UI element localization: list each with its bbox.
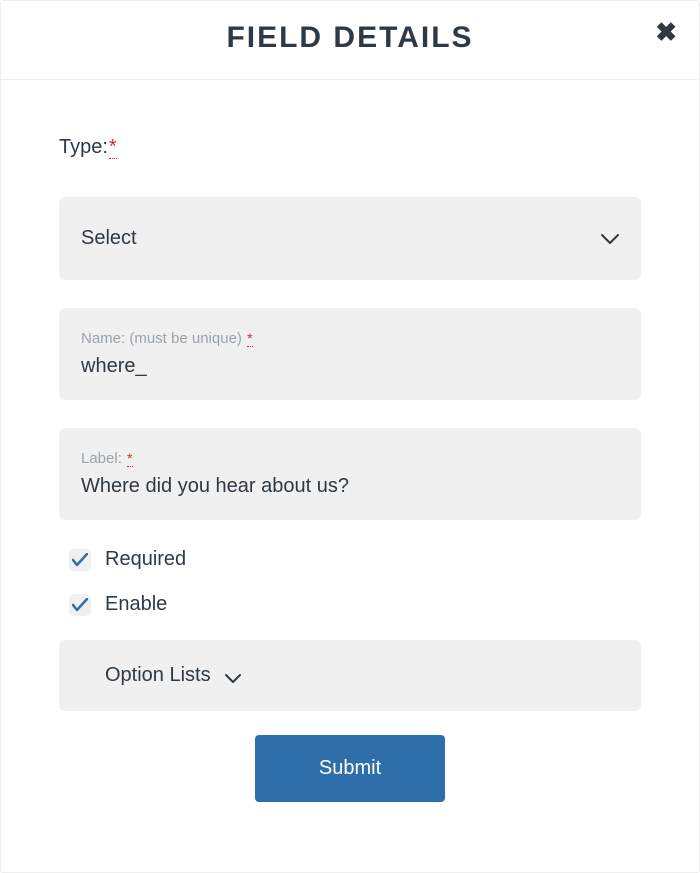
label-field-label: Label: * <box>81 450 619 467</box>
required-indicator: * <box>127 450 132 467</box>
chevron-down-icon <box>601 234 619 244</box>
name-field-box[interactable]: Name: (must be unique) * <box>59 308 641 400</box>
required-indicator: * <box>247 330 252 347</box>
required-checkbox-label: Required <box>105 548 186 571</box>
checkbox-group: Required Enable <box>59 548 641 616</box>
enable-checkbox-row: Enable <box>69 593 641 616</box>
type-label-text: Type: <box>59 136 108 158</box>
name-input[interactable] <box>81 355 619 378</box>
modal-header: FIELD DETAILS ✖ <box>1 1 699 80</box>
chevron-down-icon <box>225 671 241 681</box>
modal-title: FIELD DETAILS <box>1 21 699 55</box>
submit-button[interactable]: Submit <box>255 735 445 802</box>
required-checkbox[interactable] <box>69 549 91 571</box>
label-input[interactable] <box>81 475 619 498</box>
enable-checkbox-label: Enable <box>105 593 167 616</box>
enable-checkbox[interactable] <box>69 594 91 616</box>
field-details-modal: FIELD DETAILS ✖ Type:* Select Name: (mus… <box>0 0 700 873</box>
type-field-label: Type:* <box>59 136 641 159</box>
option-lists-toggle[interactable]: Option Lists <box>59 640 641 711</box>
name-label-text: Name: (must be unique) <box>81 330 242 347</box>
type-select[interactable]: Select <box>59 197 641 280</box>
close-icon[interactable]: ✖ <box>655 19 677 45</box>
required-indicator: * <box>109 136 117 159</box>
option-lists-label: Option Lists <box>105 664 211 687</box>
required-checkbox-row: Required <box>69 548 641 571</box>
type-select-value: Select <box>81 227 137 250</box>
name-field-label: Name: (must be unique) * <box>81 330 619 347</box>
modal-body: Type:* Select Name: (must be unique) * L… <box>1 80 699 802</box>
submit-row: Submit <box>59 735 641 802</box>
label-field-box[interactable]: Label: * <box>59 428 641 520</box>
label-label-text: Label: <box>81 450 122 467</box>
